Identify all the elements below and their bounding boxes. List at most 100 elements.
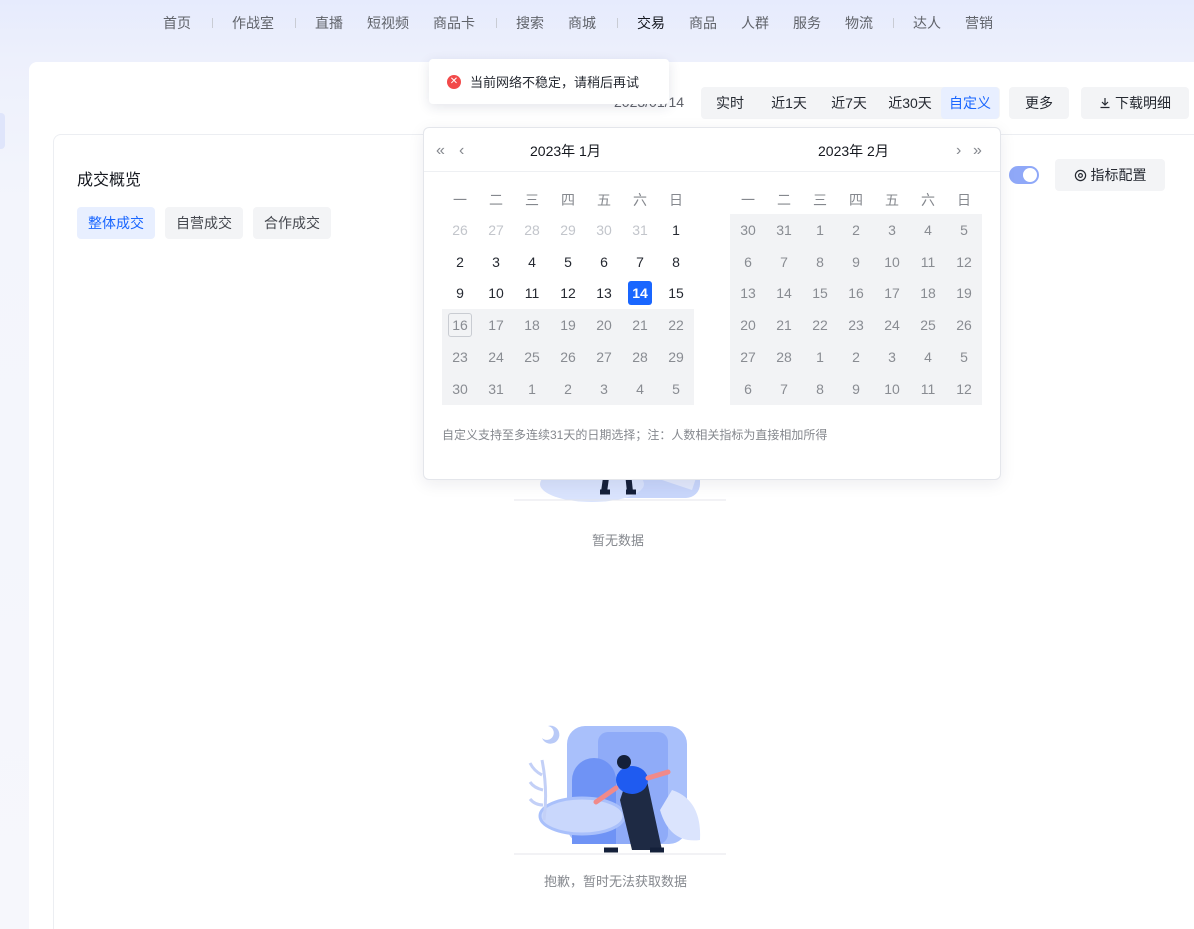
nav-item-6[interactable]: 商城 [568, 13, 596, 33]
left-calendar-day[interactable]: 27 [478, 214, 514, 246]
right-calendar-day[interactable]: 13 [730, 277, 766, 310]
left-calendar-day[interactable]: 20 [586, 309, 622, 342]
right-calendar-day[interactable]: 3 [874, 214, 910, 246]
left-calendar-day[interactable]: 11 [514, 277, 550, 309]
left-calendar-day[interactable]: 27 [586, 340, 622, 373]
right-calendar-day[interactable]: 5 [946, 340, 982, 373]
left-calendar-day[interactable]: 12 [550, 277, 586, 309]
left-calendar-day[interactable]: 10 [478, 277, 514, 309]
left-calendar-day[interactable]: 2 [442, 246, 478, 278]
right-calendar-day[interactable]: 25 [910, 309, 946, 342]
right-calendar-day[interactable]: 9 [838, 245, 874, 278]
range-button-0[interactable]: 实时 [701, 87, 759, 119]
left-calendar-day[interactable]: 31 [622, 214, 658, 246]
right-calendar-day[interactable]: 18 [910, 277, 946, 310]
left-calendar-day[interactable]: 30 [442, 372, 478, 405]
left-calendar-day[interactable]: 2 [550, 372, 586, 405]
nav-item-1[interactable]: 作战室 [232, 13, 274, 33]
right-calendar-day[interactable]: 3 [874, 340, 910, 373]
nav-item-7[interactable]: 交易 [637, 13, 665, 33]
next-year-icon[interactable]: » [973, 142, 982, 160]
left-calendar-day[interactable]: 1 [658, 214, 694, 246]
left-calendar-day[interactable]: 31 [478, 372, 514, 405]
right-calendar-day[interactable]: 8 [802, 245, 838, 278]
left-calendar-day[interactable]: 29 [550, 214, 586, 246]
right-calendar-day[interactable]: 8 [802, 372, 838, 405]
left-calendar-day[interactable]: 4 [514, 246, 550, 278]
right-calendar-day[interactable]: 7 [766, 245, 802, 278]
left-calendar-day[interactable]: 14 [622, 277, 658, 309]
nav-item-4[interactable]: 商品卡 [433, 13, 475, 33]
left-calendar-day[interactable]: 21 [622, 309, 658, 342]
right-calendar-day[interactable]: 6 [730, 372, 766, 405]
right-calendar-day[interactable]: 30 [730, 214, 766, 246]
right-calendar-day[interactable]: 10 [874, 372, 910, 405]
subtab-0[interactable]: 整体成交 [77, 207, 155, 239]
right-calendar-day[interactable]: 6 [730, 245, 766, 278]
subtab-2[interactable]: 合作成交 [253, 207, 331, 239]
right-calendar-day[interactable]: 2 [838, 340, 874, 373]
nav-item-10[interactable]: 服务 [793, 13, 821, 33]
right-calendar-day[interactable]: 15 [802, 277, 838, 310]
nav-item-2[interactable]: 直播 [315, 13, 343, 33]
prev-month-icon[interactable]: ‹ [459, 142, 464, 160]
right-calendar-day[interactable]: 27 [730, 340, 766, 373]
compare-toggle[interactable] [1009, 166, 1039, 184]
right-calendar-day[interactable]: 11 [910, 372, 946, 405]
nav-item-3[interactable]: 短视频 [367, 13, 409, 33]
right-calendar-day[interactable]: 5 [946, 214, 982, 246]
left-calendar-day[interactable]: 30 [586, 214, 622, 246]
nav-item-11[interactable]: 物流 [845, 13, 873, 33]
nav-item-8[interactable]: 商品 [689, 13, 717, 33]
nav-item-0[interactable]: 首页 [163, 13, 191, 33]
nav-item-12[interactable]: 达人 [913, 13, 941, 33]
left-calendar-day[interactable]: 5 [658, 372, 694, 405]
left-calendar-day[interactable]: 26 [550, 340, 586, 373]
left-calendar-day[interactable]: 17 [478, 309, 514, 342]
nav-item-9[interactable]: 人群 [741, 13, 769, 33]
left-calendar-day[interactable]: 3 [478, 246, 514, 278]
next-month-icon[interactable]: › [956, 142, 961, 160]
right-calendar-day[interactable]: 20 [730, 309, 766, 342]
range-button-1[interactable]: 近1天 [760, 87, 818, 119]
right-calendar-day[interactable]: 7 [766, 372, 802, 405]
right-calendar-day[interactable]: 22 [802, 309, 838, 342]
right-calendar-day[interactable]: 11 [910, 245, 946, 278]
left-calendar-day[interactable]: 6 [586, 246, 622, 278]
more-button[interactable]: 更多 [1009, 87, 1069, 119]
metric-config-button[interactable]: 指标配置 [1055, 159, 1165, 191]
left-calendar-day[interactable]: 8 [658, 246, 694, 278]
left-calendar-day[interactable]: 1 [514, 372, 550, 405]
right-calendar-day[interactable]: 1 [802, 340, 838, 373]
left-calendar-day[interactable]: 4 [622, 372, 658, 405]
right-calendar-day[interactable]: 4 [910, 340, 946, 373]
left-calendar-day[interactable]: 28 [514, 214, 550, 246]
left-calendar-day[interactable]: 3 [586, 372, 622, 405]
right-calendar-day[interactable]: 16 [838, 277, 874, 310]
nav-item-5[interactable]: 搜索 [516, 13, 544, 33]
right-calendar-day[interactable]: 10 [874, 245, 910, 278]
range-button-3[interactable]: 近30天 [880, 87, 940, 119]
range-button-4[interactable]: 自定义 [941, 87, 999, 119]
left-calendar-day[interactable]: 24 [478, 340, 514, 373]
right-calendar-day[interactable]: 14 [766, 277, 802, 310]
right-calendar-day[interactable]: 31 [766, 214, 802, 246]
right-calendar-day[interactable]: 9 [838, 372, 874, 405]
left-calendar-day[interactable]: 9 [442, 277, 478, 309]
left-calendar-day[interactable]: 18 [514, 309, 550, 342]
sidebar-collapse-tab[interactable] [0, 113, 5, 149]
right-calendar-day[interactable]: 24 [874, 309, 910, 342]
right-calendar-day[interactable]: 12 [946, 245, 982, 278]
left-calendar-day[interactable]: 16 [442, 309, 478, 342]
download-button[interactable]: 下载明细 [1081, 87, 1189, 119]
subtab-1[interactable]: 自营成交 [165, 207, 243, 239]
right-calendar-day[interactable]: 1 [802, 214, 838, 246]
left-calendar-day[interactable]: 22 [658, 309, 694, 342]
prev-year-icon[interactable]: « [436, 142, 445, 160]
left-calendar-day[interactable]: 7 [622, 246, 658, 278]
range-button-2[interactable]: 近7天 [820, 87, 878, 119]
left-calendar-day[interactable]: 19 [550, 309, 586, 342]
left-calendar-day[interactable]: 5 [550, 246, 586, 278]
right-calendar-day[interactable]: 19 [946, 277, 982, 310]
right-calendar-day[interactable]: 28 [766, 340, 802, 373]
